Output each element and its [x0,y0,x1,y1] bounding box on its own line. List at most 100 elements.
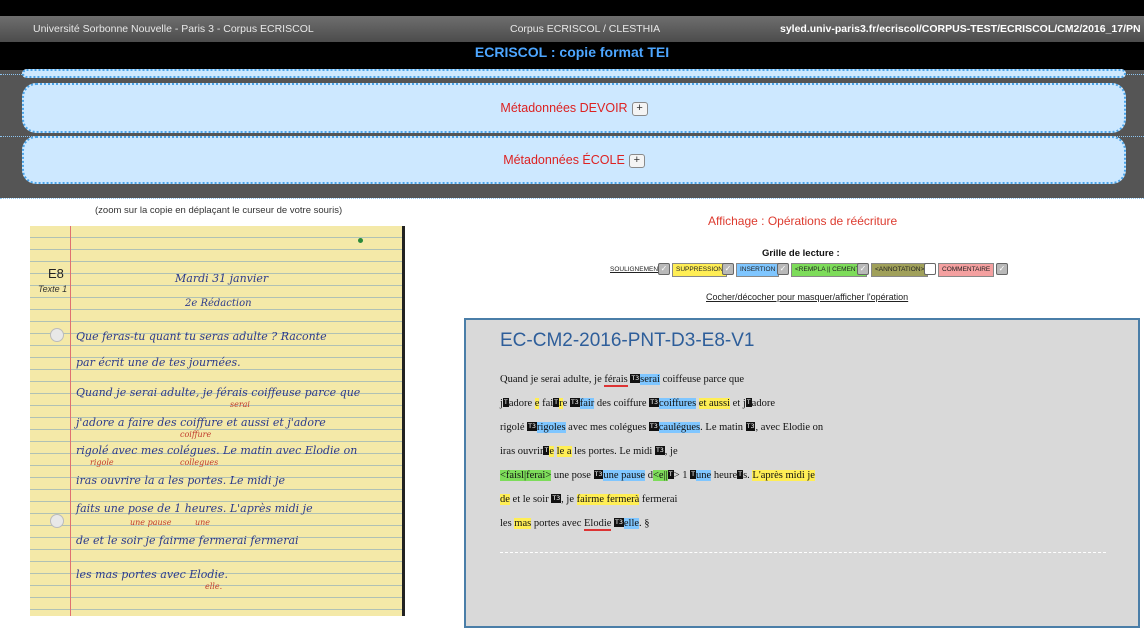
expand-ecole-button[interactable]: + [628,153,645,168]
tag-marker: T3 [551,494,562,503]
text-run: adore [508,398,535,409]
insertion-text: caulégues [658,422,701,433]
text-run: fai [539,398,554,409]
text-run: portes avec [531,518,584,529]
punch-hole [50,514,64,528]
checkbox-remplacement[interactable]: ✓ [857,263,869,275]
metadata-panel-top [22,69,1126,78]
metadata-devoir-label: Métadonnées DEVOIR [500,101,628,115]
text-run: heure [711,470,738,481]
checkbox-suppression[interactable]: ✓ [722,263,734,275]
insertion-text: coiffures [659,398,697,409]
tag-marker: T3 [527,422,537,431]
checkbox-annotation[interactable] [924,263,936,275]
display-title: Affichage : Opérations de réécriture [708,214,898,228]
legend-commentaire: COMMENTAIRE [938,263,995,277]
text-run: d [645,470,653,481]
tag-marker: T3 [649,398,660,407]
handwritten-line: les mas portes avec Elodie. [76,568,228,581]
correction-note: serai [230,400,250,409]
app-title: ECRISCOL : copie format TEI [474,44,670,60]
insertion-text: une [696,470,712,481]
handwritten-line: Que feras-tu quant tu seras adulte ? Rac… [76,330,327,343]
toggle-operations-link[interactable]: Cocher/décocher pour masquer/afficher l'… [706,292,908,302]
divider [500,552,1106,553]
transcription-panel: EC-CM2-2016-PNT-D3-E8-V1 Quand je serai … [464,318,1140,628]
handwritten-line: iras ouvrire la a les portes. Le midi je [76,474,285,487]
tab-corpus[interactable]: Corpus ECRISCOL / CLESTHIA [510,16,710,42]
text-run: e [562,398,570,409]
punch-hole [50,328,64,342]
checkbox-soulignement[interactable]: ✓ [658,263,670,275]
underlined-text: férais [604,374,628,387]
metadata-ecole-panel[interactable]: Métadonnées ÉCOLE + [22,136,1126,184]
transcription-line: <faisl|ferai> une pose T3une pause d<e||… [500,470,815,481]
divider [0,198,1144,199]
text-run: iras ouvrir [500,446,544,457]
correction-note: elle. [205,582,223,591]
text-run: fermerai [639,494,678,505]
legend-suppression: SUPPRESSION [672,263,727,277]
scanned-copy-image[interactable]: E8 Texte 1 Mardi 31 janvier 2e Rédaction… [30,226,405,616]
legend-soulignement: SOULIGNEMENT [606,263,667,277]
text-run: , je [561,494,577,505]
text-run: rigolé [500,422,528,433]
expand-devoir-button[interactable]: + [631,101,648,116]
transcription-line: les mas portes avec Elodie T3elle. § [500,518,650,531]
tag-marker: T3 [630,374,641,383]
copy-code: E8 [48,266,64,281]
green-dot [358,238,363,243]
transcription-line: Quand je serai adulte, je férais T3serai… [500,374,745,387]
handwritten-line: Quand je serai adulte, je férais coiffeu… [76,386,361,399]
text-run: Quand je serai adulte, je [500,374,605,385]
insertion-text: elle [623,518,640,529]
handwritten-line: Mardi 31 janvier [175,272,269,285]
legend-insertion: INSERTION [736,263,780,277]
insertion-text: serai [640,374,660,385]
metadata-ecole-label: Métadonnées ÉCOLE [503,153,625,167]
copy-id-title: EC-CM2-2016-PNT-D3-E8-V1 [500,330,755,351]
correction-note: collegues [180,458,219,467]
text-run: , avec Elodie on [755,422,824,433]
handwritten-line: rigolé avec mes colégues. Le matin avec … [76,444,358,457]
metadata-devoir-panel[interactable]: Métadonnées DEVOIR + [22,83,1126,133]
insertion-text: rigoles [536,422,566,433]
zoom-hint: (zoom sur la copie en déplaçant le curse… [95,205,343,216]
handwritten-line: faits une pose de 1 heures. L'après midi… [76,502,313,515]
insertion-text: une pause [603,470,646,481]
handwritten-line: 2e Rédaction [185,298,252,309]
text-run: . § [639,518,650,529]
url-tab[interactable]: syled.univ-paris3.fr/ecriscol/CORPUS-TES… [780,16,1140,42]
correction-note: une [195,518,211,527]
correction-note: coiffure [180,430,212,439]
tag-marker: T3 [648,422,659,431]
text-run: des coiffure [594,398,650,409]
checkbox-commentaire[interactable]: ✓ [996,263,1008,275]
text-run: les portes. Le midi [571,446,655,457]
margin-line [70,226,71,616]
text-run: les [500,518,515,529]
text-run: et j [730,398,746,409]
correction-note: rigole [90,458,114,467]
tab-universite[interactable]: Université Sorbonne Nouvelle - Paris 3 -… [33,16,343,42]
tag-marker: T3 [654,446,665,455]
underlined-text: Elodie [584,518,612,531]
replacement-text: <faisl|ferai> [500,470,552,481]
suppression-text: de [500,494,510,505]
handwritten-line: de et le soir je fairme fermerai fermera… [76,534,299,547]
tag-marker: T3 [614,518,624,527]
handwritten-line: par écrit une de tes journées. [76,356,241,369]
legend-remplacement: <REMPLA || CEMENT> [791,263,868,277]
text-run: adore [751,398,775,409]
metadata-area: Métadonnées DEVOIR + Métadonnées ÉCOLE + [0,69,1144,199]
text-run: et le soir [509,494,552,505]
legend-annotation: <ANNOTATION> [871,263,929,277]
transcription-line: jTadore e faiTre T3fair des coiffure T3c… [500,398,775,409]
text-run: une pose [551,470,594,481]
transcription-line: iras ouvrirTe le a les portes. Le midi T… [500,446,678,457]
checkbox-insertion[interactable]: ✓ [777,263,789,275]
text-run: coiffeuse parce que [659,374,745,385]
copy-texte-label: Texte 1 [38,284,68,294]
insertion-text: fair [579,398,595,409]
text-run: avec mes colégues [565,422,649,433]
